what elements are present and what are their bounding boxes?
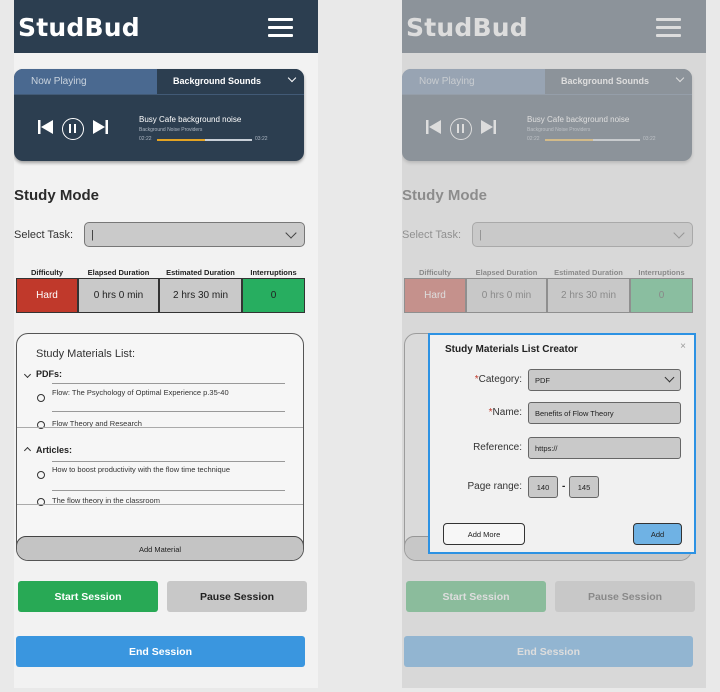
tab-now-playing[interactable]: Now Playing [14, 69, 157, 94]
interruptions-value: 0 [242, 278, 305, 313]
elapsed-duration-header: Elapsed Duration [87, 268, 150, 277]
name-label: *Name: [489, 407, 522, 418]
app-header: StudBud [14, 0, 318, 53]
task-select[interactable]: | [84, 222, 305, 247]
group-label-pdfs: PDFs: [36, 369, 63, 379]
time-total: 03:22 [255, 136, 268, 142]
close-icon[interactable]: × [680, 341, 686, 352]
add-more-button[interactable]: Add More [443, 523, 525, 545]
progress-fill [157, 139, 205, 141]
chevron-down-icon[interactable] [287, 73, 297, 83]
study-materials-list: Study Materials List: PDFs: Flow: The Ps… [16, 333, 304, 561]
elapsed-duration-value: 0 hrs 0 min [78, 278, 159, 313]
task-select-value: | [91, 229, 94, 241]
progress-bar[interactable] [157, 139, 252, 141]
difficulty-value: Hard [16, 278, 78, 313]
estimated-duration-value: 2 hrs 30 min [159, 278, 242, 313]
tab-background-sounds[interactable]: Background Sounds [157, 69, 304, 94]
page-range-dash: - [562, 481, 566, 492]
page-to-field[interactable]: 145 [569, 476, 599, 498]
name-field[interactable]: Benefits of Flow Theory [528, 402, 681, 424]
chevron-down-icon[interactable] [23, 370, 32, 379]
page-title: Study Mode [14, 187, 99, 204]
category-value: PDF [535, 376, 550, 385]
reference-label: Reference: [473, 442, 522, 453]
interruptions-header: Interruptions [250, 268, 297, 277]
estimated-duration-header: Estimated Duration [166, 268, 235, 277]
study-mode-screen-with-modal: StudBud Now Playing Background Sounds Bu… [402, 0, 706, 688]
tab-background-sounds-label: Background Sounds [173, 76, 262, 86]
chevron-up-icon[interactable] [23, 446, 32, 455]
start-session-button[interactable]: Start Session [18, 581, 158, 612]
item-radio[interactable] [37, 394, 45, 402]
divider [17, 504, 303, 505]
materials-title: Study Materials List: [36, 348, 136, 360]
divider [52, 461, 285, 462]
menu-icon[interactable] [268, 18, 293, 37]
chevron-down-icon [285, 227, 297, 239]
category-label: *Category: [475, 374, 522, 385]
list-item[interactable]: How to boost productivity with the flow … [52, 465, 262, 475]
category-select[interactable]: PDF [528, 369, 681, 391]
item-radio[interactable] [37, 471, 45, 479]
music-player: Now Playing Background Sounds Busy Cafe … [14, 69, 304, 161]
select-task-label: Select Task: [14, 229, 74, 241]
category-label-text: Category: [478, 374, 522, 385]
pause-session-button[interactable]: Pause Session [167, 581, 307, 612]
name-label-text: Name: [492, 407, 522, 418]
dialog-title: Study Materials List Creator [445, 344, 578, 355]
page-range-label: Page range: [467, 481, 523, 492]
materials-creator-dialog: Study Materials List Creator × *Category… [428, 333, 696, 554]
group-label-articles: Articles: [36, 445, 73, 455]
divider [17, 427, 303, 428]
end-session-button[interactable]: End Session [16, 636, 305, 667]
next-icon[interactable] [92, 119, 108, 135]
divider [52, 490, 285, 491]
chevron-down-icon [664, 372, 675, 383]
previous-icon[interactable] [38, 119, 54, 135]
page-from-field[interactable]: 140 [528, 476, 558, 498]
divider [14, 94, 304, 95]
study-mode-screen: StudBud Now Playing Background Sounds Bu… [14, 0, 318, 688]
track-provider: Background Noise Providers [139, 127, 203, 133]
track-title: Busy Cafe background noise [139, 115, 242, 124]
divider [52, 383, 285, 384]
add-material-button[interactable]: Add Material [17, 536, 303, 560]
app-logo: StudBud [18, 13, 140, 42]
divider [52, 411, 285, 412]
time-elapsed: 02:22 [139, 136, 152, 142]
add-button[interactable]: Add [633, 523, 682, 545]
pause-icon[interactable] [62, 118, 84, 140]
difficulty-header: Difficulty [30, 268, 64, 277]
list-item[interactable]: Flow: The Psychology of Optimal Experien… [52, 388, 262, 398]
reference-field[interactable]: https:// [528, 437, 681, 459]
